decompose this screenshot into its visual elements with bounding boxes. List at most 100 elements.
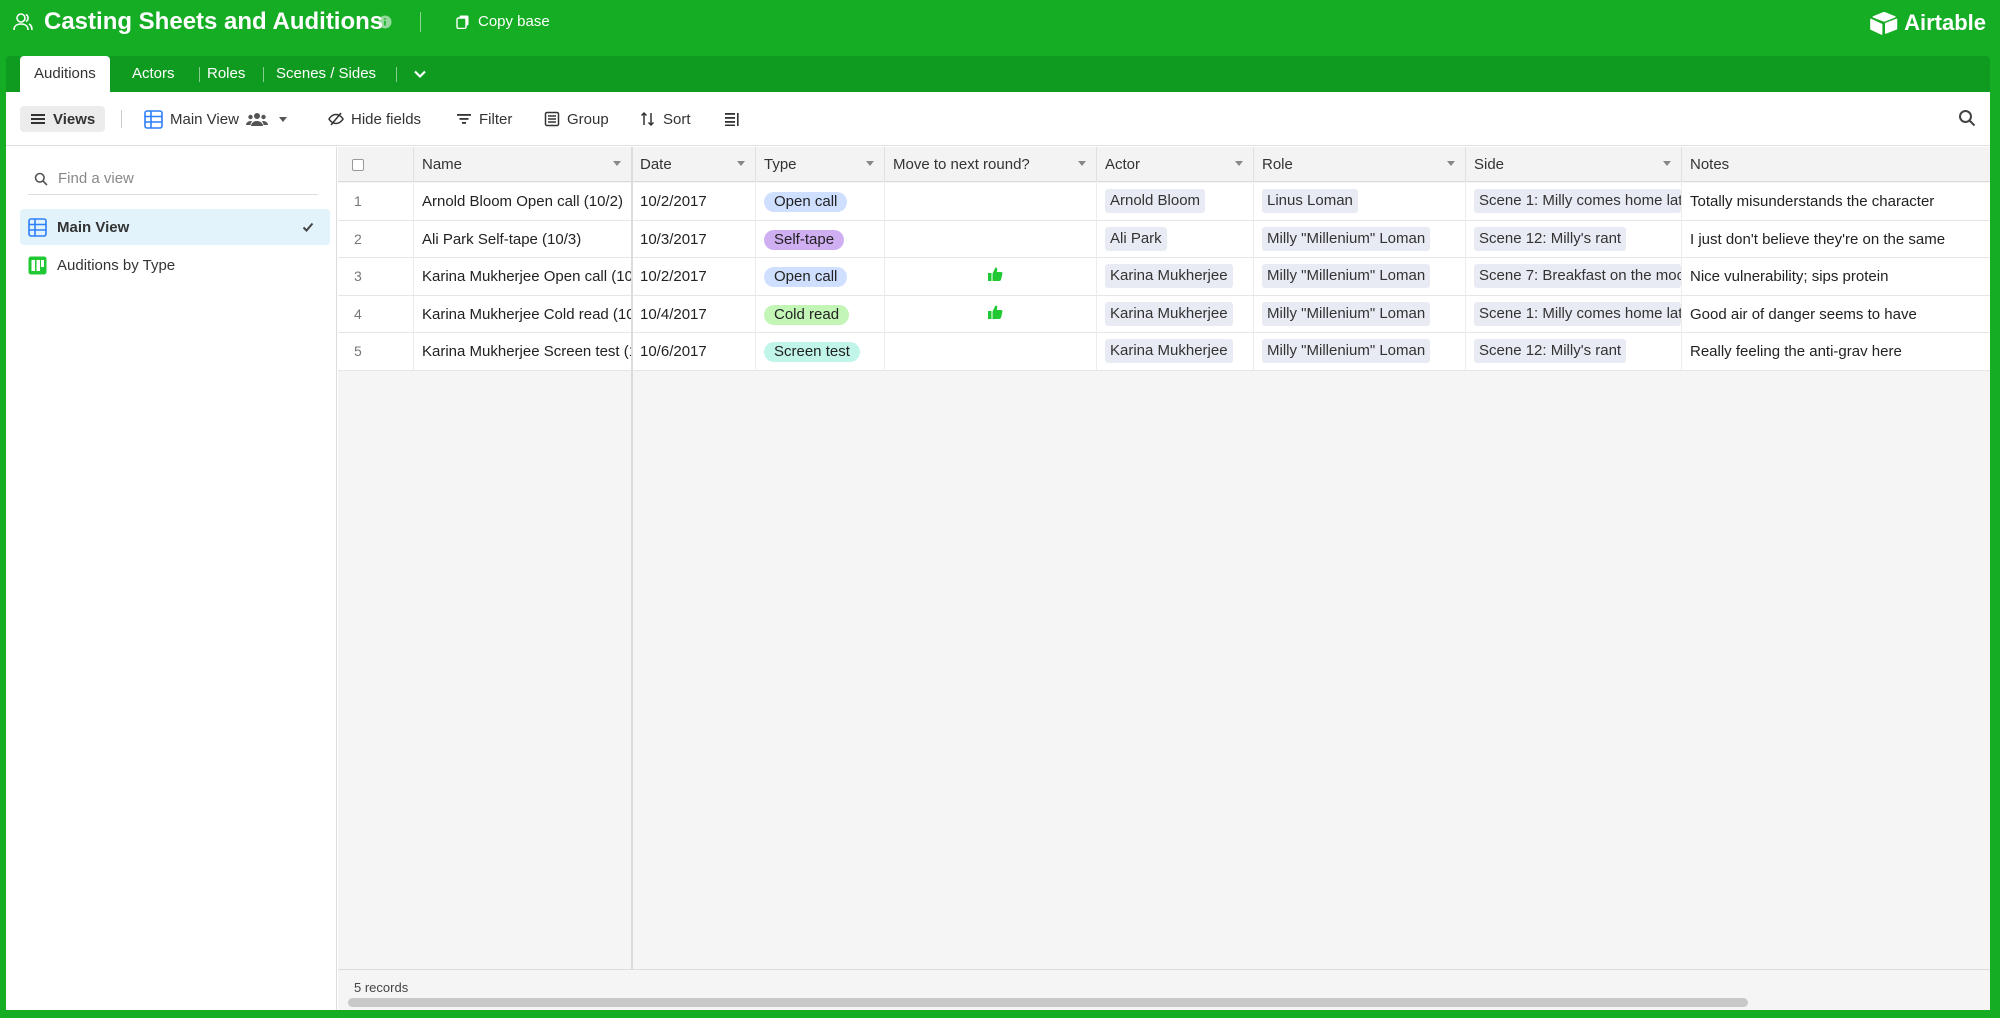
row-height-button[interactable] bbox=[724, 106, 740, 132]
linked-record-chip[interactable]: Scene 12: Milly's rant bbox=[1474, 339, 1627, 364]
cell-actor[interactable]: Karina Mukherjee bbox=[1097, 295, 1254, 333]
cell-actor[interactable]: Karina Mukherjee bbox=[1097, 333, 1254, 371]
cell-next-round[interactable] bbox=[885, 220, 1097, 258]
linked-record-chip[interactable]: Arnold Bloom bbox=[1105, 189, 1206, 213]
cell-notes[interactable]: Nice vulnerability; sips protein bbox=[1682, 258, 1990, 295]
cell-name[interactable]: Karina Mukherjee Open call (10/2) bbox=[414, 258, 632, 296]
sidebar-view-auditions-by-type[interactable]: Auditions by Type bbox=[20, 247, 330, 283]
chevron-down-icon[interactable] bbox=[412, 66, 428, 82]
cell-date[interactable]: 10/6/2017 bbox=[632, 333, 756, 371]
cell-next-round[interactable] bbox=[885, 333, 1097, 371]
linked-record-chip[interactable]: Karina Mukherjee bbox=[1105, 339, 1233, 364]
select-all-checkbox[interactable] bbox=[352, 159, 364, 171]
cell-type[interactable]: Cold read bbox=[756, 295, 885, 333]
cell-next-round[interactable] bbox=[885, 295, 1097, 333]
linked-record-chip[interactable]: Milly "Millenium" Loman bbox=[1262, 339, 1431, 364]
cell-name[interactable]: Karina Mukherjee Cold read (10/4) bbox=[414, 295, 632, 333]
row-number[interactable]: 2 bbox=[338, 220, 414, 258]
cell-actor[interactable]: Karina Mukherjee bbox=[1097, 258, 1254, 296]
cell-type[interactable]: Open call bbox=[756, 258, 885, 296]
cell-side[interactable]: Scene 7: Breakfast on the moon bbox=[1466, 258, 1682, 296]
cell-side[interactable]: Scene 1: Milly comes home late bbox=[1466, 183, 1682, 220]
linked-record-chip[interactable]: Milly "Millenium" Loman bbox=[1262, 301, 1431, 326]
users-icon[interactable] bbox=[12, 11, 34, 33]
column-header-side[interactable]: Side bbox=[1466, 147, 1682, 182]
caret-down-icon[interactable] bbox=[1663, 161, 1671, 166]
cell-type[interactable]: Open call bbox=[756, 183, 885, 220]
cell-actor[interactable]: Arnold Bloom bbox=[1097, 183, 1254, 220]
linked-record-chip[interactable]: Linus Loman bbox=[1262, 189, 1358, 213]
table-row[interactable]: 5Karina Mukherjee Screen test (10/6)10/6… bbox=[338, 333, 1990, 371]
column-header-notes[interactable]: Notes bbox=[1682, 147, 1990, 182]
cell-date[interactable]: 10/3/2017 bbox=[632, 220, 756, 258]
sort-button[interactable]: Sort bbox=[640, 106, 691, 132]
caret-down-icon[interactable] bbox=[1447, 161, 1455, 166]
caret-down-icon[interactable] bbox=[613, 161, 621, 166]
cell-notes[interactable]: I just don't believe they're on the same bbox=[1682, 221, 1990, 258]
thumbs-up-icon[interactable] bbox=[987, 266, 1003, 282]
cell-name[interactable]: Karina Mukherjee Screen test (10/6) bbox=[414, 333, 632, 371]
cell-date[interactable]: 10/2/2017 bbox=[632, 183, 756, 220]
filter-button[interactable]: Filter bbox=[456, 106, 512, 132]
caret-down-icon[interactable] bbox=[1235, 161, 1243, 166]
views-button[interactable]: Views bbox=[20, 106, 106, 132]
row-number[interactable]: 1 bbox=[338, 183, 414, 220]
linked-record-chip[interactable]: Scene 1: Milly comes home late bbox=[1474, 301, 1681, 326]
tab-roles[interactable]: Roles bbox=[207, 56, 245, 92]
caret-down-icon[interactable] bbox=[1078, 161, 1086, 166]
linked-record-chip[interactable]: Karina Mukherjee bbox=[1105, 264, 1233, 289]
tab-auditions[interactable]: Auditions bbox=[20, 56, 110, 92]
cell-notes[interactable]: Really feeling the anti-grav here bbox=[1682, 333, 1990, 370]
linked-record-chip[interactable]: Milly "Millenium" Loman bbox=[1262, 226, 1431, 251]
table-row[interactable]: 3 Karina Mukherjee Open call (10/2) 10/2/2… bbox=[338, 258, 1990, 296]
column-header-type[interactable]: Type bbox=[756, 147, 885, 182]
cell-type[interactable]: Screen test bbox=[756, 333, 885, 371]
column-header-name[interactable]: Name bbox=[414, 147, 632, 182]
column-header-date[interactable]: Date bbox=[632, 147, 756, 182]
tab-actors[interactable]: Actors bbox=[132, 56, 175, 92]
linked-record-chip[interactable]: Scene 12: Milly's rant bbox=[1474, 226, 1627, 251]
cell-side[interactable]: Scene 12: Milly's rant bbox=[1466, 220, 1682, 258]
search-icon[interactable] bbox=[1958, 109, 1976, 127]
cell-next-round[interactable] bbox=[885, 183, 1097, 220]
cell-notes[interactable]: Good air of danger seems to have bbox=[1682, 296, 1990, 333]
linked-record-chip[interactable]: Ali Park bbox=[1105, 226, 1167, 251]
row-number[interactable]: 4 bbox=[338, 295, 414, 333]
cell-actor[interactable]: Ali Park bbox=[1097, 220, 1254, 258]
cell-next-round[interactable] bbox=[885, 258, 1097, 296]
cell-role[interactable]: Milly "Millenium" Loman bbox=[1254, 295, 1466, 333]
base-title[interactable]: Casting Sheets and Auditions bbox=[44, 8, 383, 36]
linked-record-chip[interactable]: Karina Mukherjee bbox=[1105, 301, 1233, 326]
cell-name[interactable]: Arnold Bloom Open call (10/2) bbox=[414, 183, 632, 220]
table-row[interactable]: 2 Ali Park Self-tape (10/3) 10/3/2017 Self-… bbox=[338, 220, 1990, 259]
cell-role[interactable]: Milly "Millenium" Loman bbox=[1254, 258, 1466, 296]
cell-role[interactable]: Milly "Millenium" Loman bbox=[1254, 333, 1466, 371]
cell-date[interactable]: 10/4/2017 bbox=[632, 295, 756, 333]
table-row[interactable]: 1 Arnold Bloom Open call (10/2) 10/2/2017 O… bbox=[338, 183, 1990, 221]
row-number[interactable]: 5 bbox=[338, 333, 414, 371]
group-button[interactable]: Group bbox=[544, 106, 609, 132]
cell-role[interactable]: Linus Loman bbox=[1254, 183, 1466, 220]
cell-name[interactable]: Ali Park Self-tape (10/3) bbox=[414, 220, 632, 258]
sidebar-view-main-view[interactable]: Main View bbox=[20, 209, 330, 245]
linked-record-chip[interactable]: Scene 1: Milly comes home late bbox=[1474, 189, 1681, 213]
horizontal-scrollbar[interactable] bbox=[348, 998, 1748, 1007]
cell-role[interactable]: Milly "Millenium" Loman bbox=[1254, 220, 1466, 258]
row-number[interactable]: 3 bbox=[338, 258, 414, 296]
tab-scenes-sides[interactable]: Scenes / Sides bbox=[276, 56, 376, 92]
find-view-input[interactable] bbox=[58, 170, 298, 187]
main-view-switcher[interactable]: Main View bbox=[144, 106, 287, 132]
cell-side[interactable]: Scene 1: Milly comes home late bbox=[1466, 295, 1682, 333]
airtable-logo[interactable]: Airtable bbox=[1870, 10, 1986, 36]
column-header-next-round[interactable]: Move to next round? bbox=[885, 147, 1097, 182]
table-row[interactable]: 4 Karina Mukherjee Cold read (10/4) 10/4/2… bbox=[338, 295, 1990, 334]
linked-record-chip[interactable]: Milly "Millenium" Loman bbox=[1262, 264, 1431, 289]
column-header-actor[interactable]: Actor bbox=[1097, 147, 1254, 182]
caret-down-icon[interactable] bbox=[737, 161, 745, 166]
thumbs-up-icon[interactable] bbox=[987, 304, 1003, 320]
column-header-role[interactable]: Role bbox=[1254, 147, 1466, 182]
cell-side[interactable]: Scene 12: Milly's rant bbox=[1466, 333, 1682, 371]
linked-record-chip[interactable]: Scene 7: Breakfast on the moon bbox=[1474, 264, 1681, 289]
cell-notes[interactable]: Totally misunderstands the character bbox=[1682, 183, 1990, 220]
cell-date[interactable]: 10/2/2017 bbox=[632, 258, 756, 296]
